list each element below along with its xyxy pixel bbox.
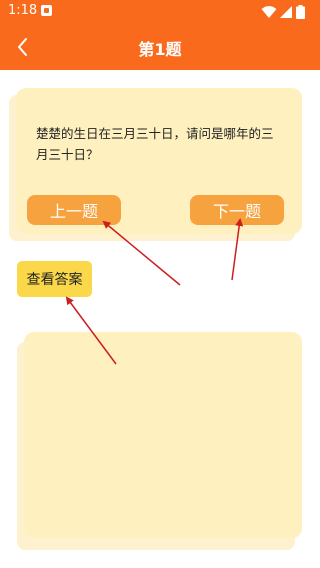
answer-panel — [24, 332, 302, 538]
view-answer-button[interactable]: 查看答案 — [17, 261, 92, 297]
app-bar: 第1题 — [0, 24, 320, 70]
bottom-bar — [0, 563, 320, 568]
question-text: 楚楚的生日在三月三十日，请问是哪年的三月三十日？ — [36, 126, 274, 162]
status-time: 1:18 — [8, 3, 38, 18]
next-question-button[interactable]: 下一题 — [190, 195, 284, 225]
system-icons — [261, 5, 313, 19]
battery-icon — [296, 5, 305, 19]
signal-icon — [280, 6, 292, 18]
notification-icon — [41, 5, 52, 16]
prev-question-button[interactable]: 上一题 — [27, 195, 121, 225]
page-title: 第1题 — [138, 40, 182, 59]
wifi-icon — [261, 6, 277, 18]
question-card: 楚楚的生日在三月三十日，请问是哪年的三月三十日？ 上一题 下一题 — [16, 88, 302, 234]
status-bar: 1:18 — [0, 0, 320, 24]
